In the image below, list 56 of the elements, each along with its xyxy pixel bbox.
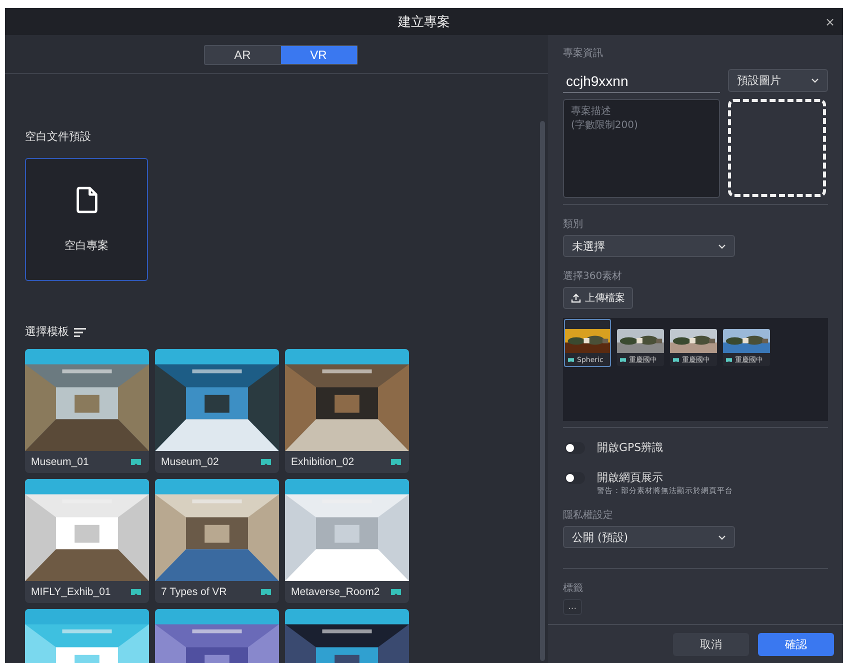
upload-button[interactable]: 上傳檔案 [563, 287, 633, 309]
section-label: 專案資訊 [563, 47, 603, 60]
chevron-down-icon [718, 534, 726, 540]
scrollbar[interactable] [540, 121, 545, 661]
toggle-switch[interactable] [565, 472, 585, 484]
close-button[interactable]: × [820, 13, 839, 31]
upload-icon [571, 293, 581, 303]
template-name: Metaverse_Room2 [291, 586, 380, 598]
field-label: 類別 [563, 218, 583, 231]
description-field[interactable]: 專案描述 (字數限制200) [563, 99, 720, 198]
sort-icon[interactable] [74, 328, 86, 336]
dropdown[interactable]: 預設圖片 [728, 69, 828, 92]
document-icon [76, 186, 98, 214]
vr-headset-icon [673, 358, 679, 362]
dropdown[interactable]: 未選擇 [563, 235, 735, 257]
confirm-button[interactable]: 確認 [758, 632, 834, 656]
field-label: 標籤 [563, 582, 583, 595]
vr-headset-icon [568, 358, 574, 362]
template-name: Museum_02 [161, 456, 219, 468]
vr-headset-icon [260, 458, 272, 466]
mode-tab[interactable]: VR [280, 46, 356, 64]
template-card[interactable]: Metaverse_Room2 [285, 479, 409, 603]
template-name: MIFLY_Exhib_01 [31, 586, 111, 598]
toggle-label: 開啟網頁展示 [597, 470, 664, 486]
template-name: Exhibition_02 [291, 456, 354, 468]
toggle-label: 開啟GPS辨識 [597, 440, 664, 456]
template-card[interactable]: Museum_01 [25, 349, 149, 473]
project-name-field[interactable]: ccjh9xxnn [563, 69, 720, 93]
template-name: Museum_01 [31, 456, 89, 468]
template-name: 7 Types of VR [161, 586, 227, 598]
cancel-button[interactable]: 取消 [673, 632, 749, 656]
template-card[interactable]: Exhibition_02 [285, 349, 409, 473]
template-card[interactable]: 7 Types of VR [155, 479, 279, 603]
dropdown[interactable]: 公開 (預設) [563, 526, 735, 548]
tag-chip[interactable]: ... [563, 599, 582, 615]
template-card[interactable]: MIFLY_Exhib_01 [25, 479, 149, 603]
vr-headset-icon [390, 588, 402, 596]
field-label: 隱私權設定 [563, 509, 613, 522]
vr-headset-icon [130, 588, 142, 596]
field-label: 選擇360素材 [563, 270, 622, 283]
vr-headset-icon [390, 458, 402, 466]
chevron-down-icon [811, 78, 819, 83]
vr-headset-icon [130, 458, 142, 466]
section-title: 選擇模板 [25, 325, 69, 339]
image-drop-zone[interactable] [728, 99, 826, 197]
vr-headset-icon [260, 588, 272, 596]
window-title: 建立專案 [398, 14, 450, 30]
template-card[interactable]: Museum_02 [155, 349, 279, 473]
toggle-switch[interactable] [565, 442, 585, 454]
chevron-down-icon [718, 244, 726, 248]
vr-headset-icon [620, 358, 626, 362]
vr-headset-icon [726, 358, 732, 362]
section-title: 空白文件預設 [25, 130, 92, 144]
card-label: 空白專案 [64, 238, 108, 253]
mode-tab[interactable]: AR [204, 46, 280, 64]
blank-project-card[interactable]: 空白專案 [25, 158, 148, 281]
